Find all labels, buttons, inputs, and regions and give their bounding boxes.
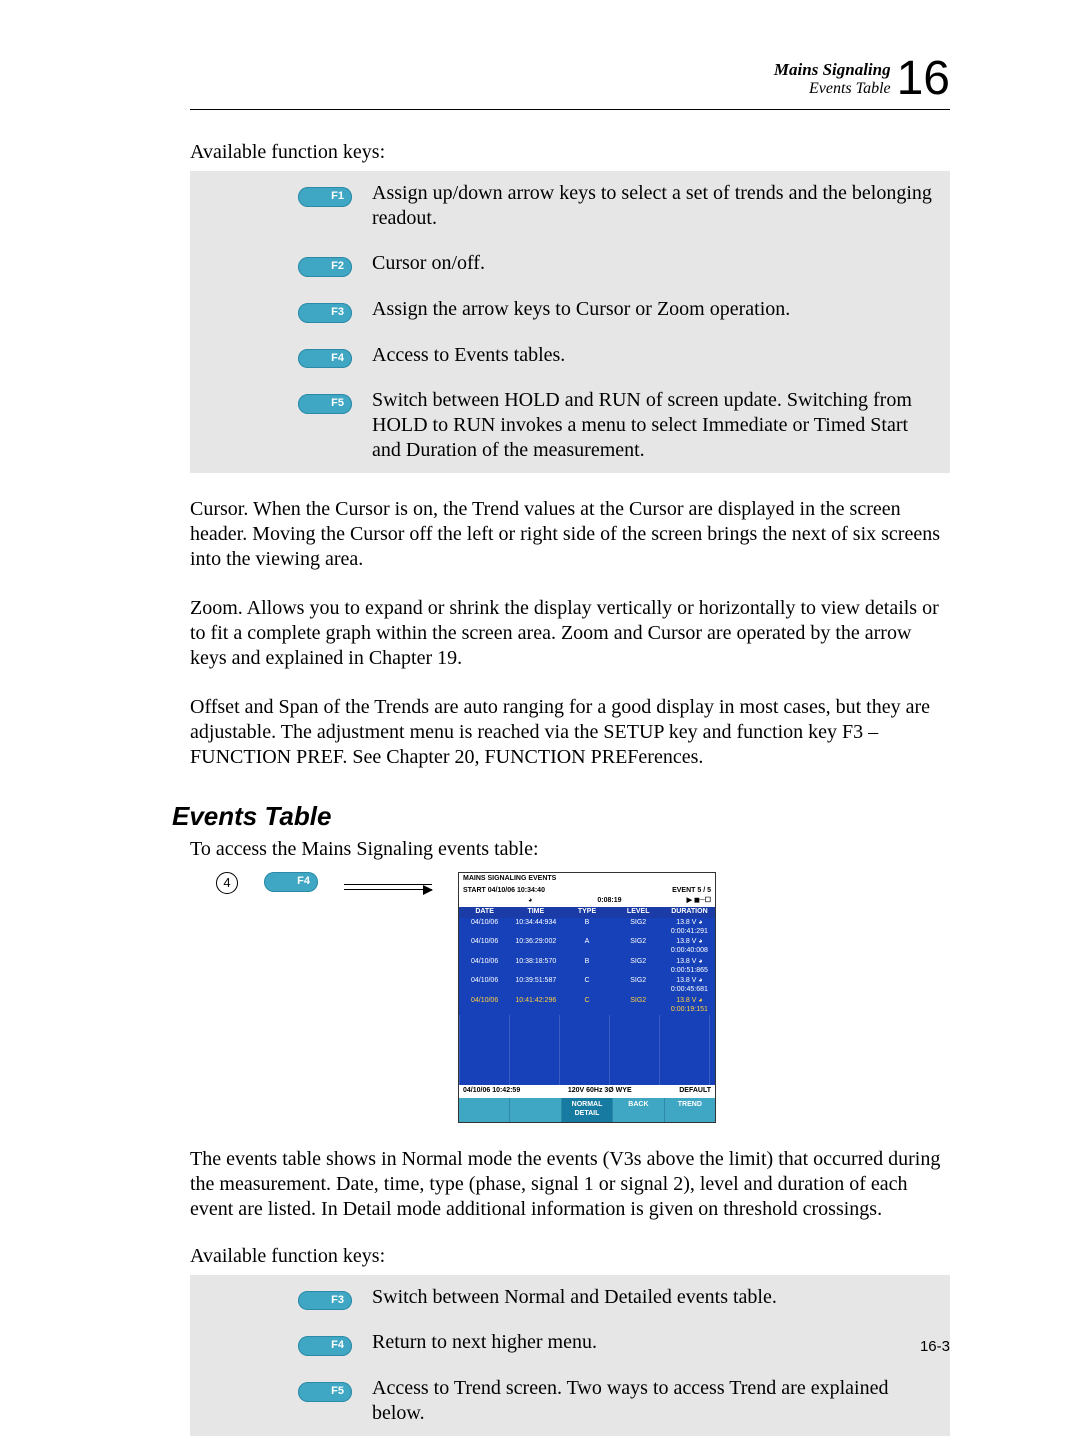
table-row: 04/10/0610:38:18:570BSIG213.8 V ◕ 0:00:5… xyxy=(459,957,715,977)
f3-description: Switch between Normal and Detailed event… xyxy=(360,1275,950,1321)
f3-description: Assign the arrow keys to Cursor or Zoom … xyxy=(360,287,950,333)
col-time: TIME xyxy=(510,907,561,918)
document-page: Mains Signaling Events Table 16 Availabl… xyxy=(0,0,1080,1397)
arrow-icon xyxy=(344,884,432,890)
chapter-number: 16 xyxy=(897,55,950,103)
cursor-paragraph: Cursor. When the Cursor is on, the Trend… xyxy=(190,497,950,572)
f5-key-icon: F5 xyxy=(298,394,352,414)
table-row: F4 Access to Events tables. xyxy=(190,333,950,379)
table-row: F3 Switch between Normal and Detailed ev… xyxy=(190,1275,950,1321)
function-keys-intro-1: Available function keys: xyxy=(190,140,950,165)
shot-elapsed: 0:08:19 xyxy=(597,897,621,906)
function-key-table-1: F1 Assign up/down arrow keys to select a… xyxy=(190,171,950,473)
header-subtitle: Events Table xyxy=(774,80,891,98)
access-step-row: 4 F4 MAINS SIGNALING EVENTS START 04/10/… xyxy=(216,872,950,1123)
events-table-heading: Events Table xyxy=(172,800,950,833)
softkey-5-trend: TREND xyxy=(664,1098,715,1122)
shot-event-count: EVENT 5 / 5 xyxy=(672,887,711,896)
f4-description: Return to next higher menu. xyxy=(360,1320,950,1366)
f4-description: Access to Events tables. xyxy=(360,333,950,379)
page-number: 16-3 xyxy=(920,1338,950,1357)
events-table-paragraph: The events table shows in Normal mode th… xyxy=(190,1147,950,1222)
softkey-3-normal-detail: NORMAL DETAIL xyxy=(561,1098,612,1122)
shot-footer-status: 04/10/06 10:42:59 120V 60Hz 3Ø WYE DEFAU… xyxy=(459,1085,715,1098)
f5-description: Access to Trend screen. Two ways to acce… xyxy=(360,1366,950,1436)
shot-table-header: DATE TIME TYPE LEVEL DURATION xyxy=(459,907,715,918)
table-row: F4 Return to next higher menu. xyxy=(190,1320,950,1366)
shot-foot-config: 120V 60Hz 3Ø WYE xyxy=(568,1087,632,1096)
shot-elapsed-icon: ◕ xyxy=(528,897,532,906)
step-number-circle: 4 xyxy=(216,872,238,894)
header-rule xyxy=(190,109,950,110)
col-type: TYPE xyxy=(561,907,612,918)
step-f4-key-icon: F4 xyxy=(264,872,318,892)
zoom-paragraph: Zoom. Allows you to expand or shrink the… xyxy=(190,596,950,671)
table-row-selected: 04/10/0610:41:42:296CSIG213.8 V ◕ 0:00:1… xyxy=(459,996,715,1016)
f3-key-icon: F3 xyxy=(298,303,352,323)
shot-rec-icon: ▶ ◼─☐ xyxy=(687,897,711,906)
col-date: DATE xyxy=(459,907,510,918)
f5-description: Switch between HOLD and RUN of screen up… xyxy=(360,378,950,473)
table-row: F5 Switch between HOLD and RUN of screen… xyxy=(190,378,950,473)
f2-key-icon: F2 xyxy=(298,257,352,277)
col-level: LEVEL xyxy=(613,907,664,918)
table-row: F3 Assign the arrow keys to Cursor or Zo… xyxy=(190,287,950,333)
access-line: To access the Mains Signaling events tab… xyxy=(190,837,950,862)
header-title: Mains Signaling xyxy=(774,61,891,80)
f5-key-icon: F5 xyxy=(298,1382,352,1402)
function-keys-intro-2: Available function keys: xyxy=(190,1244,950,1269)
f3-key-icon: F3 xyxy=(298,1291,352,1311)
table-row: 04/10/0610:39:51:587CSIG213.8 V ◕ 0:00:4… xyxy=(459,976,715,996)
softkey-1 xyxy=(459,1098,509,1122)
f4-key-icon: F4 xyxy=(298,349,352,369)
f1-description: Assign up/down arrow keys to select a se… xyxy=(360,171,950,241)
shot-start: START 04/10/06 10:34:40 xyxy=(463,887,545,896)
header-text-block: Mains Signaling Events Table xyxy=(774,61,897,97)
table-row: 04/10/0610:34:44:934BSIG213.8 V ◕ 0:00:4… xyxy=(459,918,715,938)
f1-key-icon: F1 xyxy=(298,187,352,207)
shot-blank-area xyxy=(459,1015,715,1085)
device-screenshot: MAINS SIGNALING EVENTS START 04/10/06 10… xyxy=(458,872,716,1123)
table-row: F1 Assign up/down arrow keys to select a… xyxy=(190,171,950,241)
softkey-2 xyxy=(509,1098,560,1122)
table-row: F5 Access to Trend screen. Two ways to a… xyxy=(190,1366,950,1436)
col-duration: DURATION xyxy=(664,907,715,918)
softkey-4-back: BACK xyxy=(612,1098,663,1122)
shot-foot-date: 04/10/06 10:42:59 xyxy=(463,1087,520,1096)
f4-key-icon: F4 xyxy=(298,1336,352,1356)
f2-description: Cursor on/off. xyxy=(360,241,950,287)
offset-paragraph: Offset and Span of the Trends are auto r… xyxy=(190,695,950,770)
shot-softkey-bar: NORMAL DETAIL BACK TREND xyxy=(459,1098,715,1122)
table-row: F2 Cursor on/off. xyxy=(190,241,950,287)
table-row: 04/10/0610:36:29:002ASIG213.8 V ◕ 0:00:4… xyxy=(459,937,715,957)
shot-title: MAINS SIGNALING EVENTS xyxy=(463,875,556,884)
shot-foot-mode: DEFAULT xyxy=(679,1087,711,1096)
shot-table-body: 04/10/0610:34:44:934BSIG213.8 V ◕ 0:00:4… xyxy=(459,918,715,1086)
function-key-table-2: F3 Switch between Normal and Detailed ev… xyxy=(190,1275,950,1436)
page-header: Mains Signaling Events Table 16 xyxy=(190,55,950,103)
